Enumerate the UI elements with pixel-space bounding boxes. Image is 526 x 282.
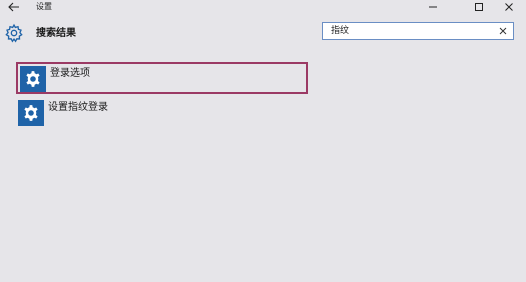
search-input[interactable]: 指纹 [322,22,514,40]
arrow-left-icon [8,2,19,12]
page-title: 搜索结果 [36,28,76,39]
search-clear-button[interactable] [497,25,508,37]
result-label: 设置指纹登录 [48,102,108,113]
close-icon [505,3,513,11]
gear-icon [26,71,40,87]
minimize-icon [429,6,437,8]
result-label: 登录选项 [50,68,90,79]
gear-icon [24,105,38,121]
title-bar: 设置 [0,0,526,16]
close-icon [499,27,506,35]
result-icon-tile [18,100,44,126]
result-item-fingerprint-signin[interactable]: 设置指纹登录 [16,98,308,130]
minimize-button[interactable] [422,0,444,14]
maximize-button[interactable] [468,0,490,14]
result-item-login-options[interactable]: 登录选项 [16,62,308,94]
result-icon-tile [20,66,46,92]
close-button[interactable] [498,0,520,14]
back-button[interactable] [6,0,22,14]
maximize-icon [475,3,483,11]
window-title: 设置 [36,2,52,11]
gear-icon [5,23,23,43]
search-value: 指纹 [331,26,350,36]
